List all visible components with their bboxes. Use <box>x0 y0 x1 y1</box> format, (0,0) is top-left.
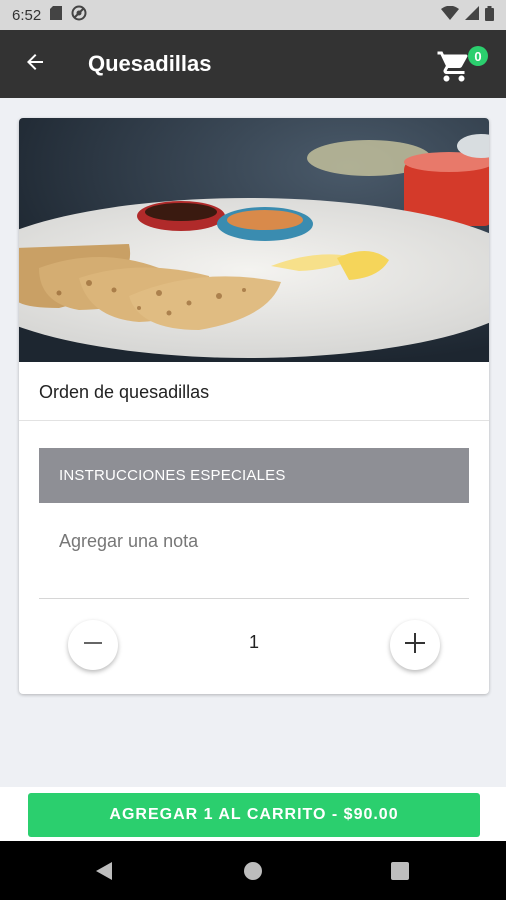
cart-button[interactable]: 0 <box>436 42 488 86</box>
cart-count-badge: 0 <box>468 46 488 66</box>
dnd-icon <box>71 5 87 25</box>
battery-icon <box>485 5 494 25</box>
decrease-quantity-button[interactable] <box>68 620 118 670</box>
note-underline <box>39 598 469 599</box>
item-name: Orden de quesadillas <box>39 382 210 402</box>
sd-card-icon <box>50 6 63 24</box>
add-to-cart-button[interactable]: AGREGAR 1 AL CARRITO - $90.00 <box>28 793 480 837</box>
shopping-cart-icon <box>436 48 472 87</box>
wifi-icon <box>441 5 459 24</box>
status-left: 6:52 <box>12 5 87 25</box>
plus-icon <box>404 632 426 659</box>
item-card: Orden de quesadillas INSTRUCCIONES ESPEC… <box>19 118 489 694</box>
app-bar: Quesadillas 0 <box>0 30 506 98</box>
page-title: Quesadillas <box>88 51 212 76</box>
back-button[interactable] <box>0 30 70 98</box>
note-input[interactable] <box>39 518 469 564</box>
home-circle-icon[interactable] <box>235 855 271 887</box>
minus-icon <box>83 633 103 658</box>
status-time: 6:52 <box>12 6 42 24</box>
item-photo <box>19 118 489 362</box>
status-right <box>441 5 494 25</box>
special-instructions-header: INSTRUCCIONES ESPECIALES <box>39 448 469 503</box>
increase-quantity-button[interactable] <box>390 620 440 670</box>
back-triangle-icon[interactable] <box>86 855 122 887</box>
divider <box>19 420 489 421</box>
quantity-value: 1 <box>248 632 259 652</box>
status-bar: 6:52 <box>0 0 506 30</box>
system-nav-bar <box>0 841 506 900</box>
signal-icon <box>465 6 479 24</box>
arrow-back-icon <box>23 50 47 79</box>
bottom-action-area: AGREGAR 1 AL CARRITO - $90.00 <box>0 787 506 841</box>
recents-square-icon[interactable] <box>382 855 418 887</box>
